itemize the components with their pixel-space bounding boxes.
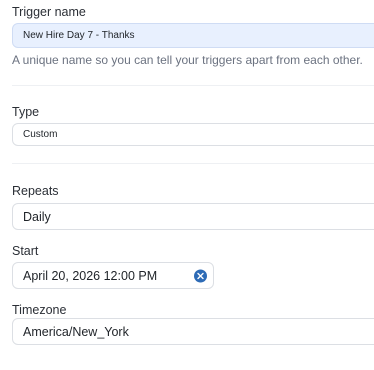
start-value: April 20, 2026 12:00 PM <box>23 268 158 283</box>
start-datetime-input[interactable]: April 20, 2026 12:00 PM <box>12 262 214 289</box>
timezone-value: America/New_York <box>23 324 129 339</box>
repeats-select[interactable]: Daily <box>12 203 374 230</box>
trigger-name-label: Trigger name <box>12 5 86 19</box>
timezone-label: Timezone <box>12 303 67 317</box>
type-label: Type <box>12 105 40 119</box>
section-divider <box>12 163 374 164</box>
clear-x-circle-icon[interactable] <box>194 269 207 282</box>
repeats-label: Repeats <box>12 184 59 198</box>
trigger-name-help-text: A unique name so you can tell your trigg… <box>12 53 363 67</box>
start-label: Start <box>12 244 39 258</box>
trigger-name-input[interactable]: New Hire Day 7 - Thanks <box>12 23 374 48</box>
type-value: Custom <box>23 129 58 140</box>
repeats-value: Daily <box>23 209 51 224</box>
timezone-select[interactable]: America/New_York <box>12 318 374 345</box>
section-divider <box>12 85 374 86</box>
type-select[interactable]: Custom <box>12 123 374 146</box>
trigger-name-value: New Hire Day 7 - Thanks <box>23 30 135 41</box>
